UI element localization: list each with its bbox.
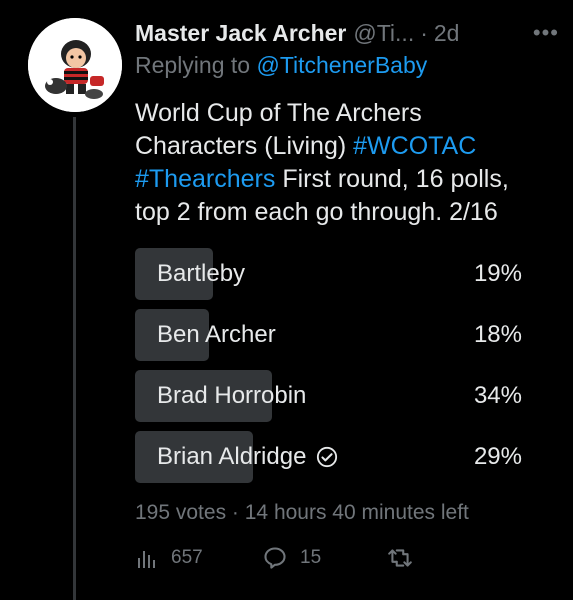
- poll-option-percent: 34%: [473, 382, 522, 409]
- tweet-line-4: top 2 from each go through. 2/16: [135, 198, 498, 226]
- hashtag-wcotac[interactable]: #WCOTAC: [353, 132, 476, 160]
- ellipsis-icon[interactable]: •••: [533, 20, 559, 46]
- poll-option-label: Brian Aldridge: [157, 443, 307, 470]
- retweet-button[interactable]: [387, 545, 427, 571]
- poll-option-percent: 29%: [473, 443, 522, 470]
- tweet-line-3: First round, 16 polls,: [282, 165, 509, 193]
- poll-option: Bartleby 19%: [135, 248, 527, 300]
- tweet-actions: 657 15: [135, 541, 427, 575]
- poll-option-label: Brad Horrobin: [157, 382, 307, 409]
- bar-chart-icon: [138, 551, 155, 568]
- tweet-line-1: World Cup of The Archers: [135, 99, 422, 127]
- reply-button[interactable]: 15: [262, 545, 387, 571]
- poll-option-selected: Brian Aldridge 29%: [135, 431, 527, 483]
- tweet-line-2: Characters (Living): [135, 132, 347, 160]
- thread-line: [73, 117, 76, 600]
- check-circle-icon: [317, 446, 338, 468]
- speech-bubble-icon: [264, 547, 286, 569]
- author-name[interactable]: Master Jack Archer: [135, 20, 346, 47]
- author-handle[interactable]: @Ti...: [353, 20, 414, 47]
- reply-prefix: Replying to: [135, 52, 251, 78]
- poll-option-percent: 18%: [473, 321, 522, 348]
- views-button[interactable]: 657: [135, 546, 262, 570]
- tweet-text: World Cup of The Archers Characters (Liv…: [135, 97, 555, 229]
- reply-count: 15: [300, 547, 322, 568]
- reply-to-handle[interactable]: @TitchenerBaby: [256, 52, 427, 78]
- poll-votes: 195 votes: [135, 501, 227, 524]
- poll-meta: 195 votes · 14 hours 40 minutes left: [135, 501, 469, 525]
- tweet-header: Master Jack Archer @Ti... · 2d •••: [135, 18, 559, 48]
- poll-option: Brad Horrobin 34%: [135, 370, 527, 422]
- avatar[interactable]: [28, 18, 122, 112]
- hashtag-thearchers[interactable]: #Thearchers: [135, 165, 275, 193]
- poll-option-percent: 19%: [473, 260, 522, 287]
- views-count: 657: [171, 547, 203, 568]
- dot-separator: ·: [420, 19, 428, 46]
- avatar-cartoon-image: [28, 18, 122, 112]
- poll-option: Ben Archer 18%: [135, 309, 527, 361]
- poll-option-label: Ben Archer: [157, 321, 276, 348]
- poll-time-left: 14 hours 40 minutes left: [244, 501, 469, 524]
- reply-context: Replying to @TitchenerBaby: [135, 52, 427, 79]
- timestamp[interactable]: 2d: [434, 20, 460, 47]
- retweet-icon: [388, 549, 412, 567]
- poll-option-label: Bartleby: [157, 260, 246, 287]
- poll: Bartleby 19% Ben Archer 18% Brad Horrobi…: [135, 248, 527, 492]
- dot-separator: ·: [231, 501, 245, 524]
